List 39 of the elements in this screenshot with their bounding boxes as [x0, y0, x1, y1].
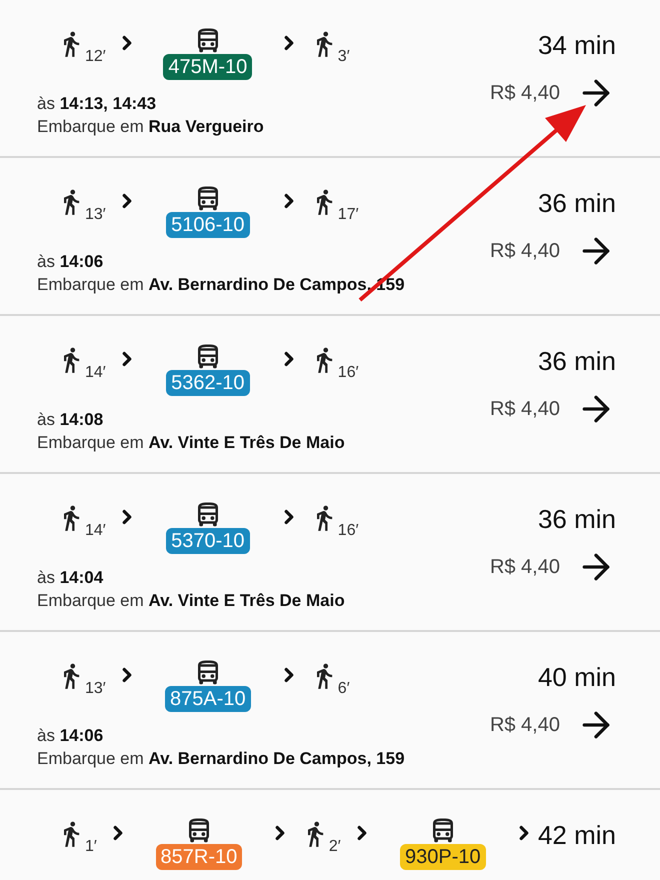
boarding-stop: Embarque em Av. Vinte E Três De Maio — [37, 590, 346, 612]
trip-duration: 36 min — [538, 188, 616, 219]
trip-duration: 36 min — [538, 346, 616, 377]
walk-minutes: 3′ — [338, 48, 350, 66]
trip-duration: 42 min — [538, 820, 616, 851]
boarding-stop: Embarque em Rua Vergueiro — [37, 116, 265, 138]
walk-minutes: 16′ — [338, 364, 359, 382]
walk-minutes: 16′ — [338, 522, 359, 540]
departure-times: às 14:06 — [37, 251, 104, 273]
fare: R$ 4,40 — [490, 714, 560, 736]
bus-line-badge: 5370-10 — [166, 528, 250, 554]
fare: R$ 4,40 — [490, 240, 560, 262]
departure-times: às 14:08 — [37, 409, 104, 431]
walk-minutes: 1′ — [85, 838, 97, 856]
walk-minutes: 12′ — [85, 48, 106, 66]
walk-minutes: 13′ — [85, 206, 106, 224]
departure-times: às 14:13, 14:43 — [37, 93, 158, 115]
departure-times: às 14:04 — [37, 567, 104, 589]
boarding-stop: Embarque em Av. Bernardino De Campos, 159 — [37, 748, 405, 770]
trip-duration: 34 min — [538, 30, 616, 61]
walk-minutes: 14′ — [85, 522, 106, 540]
walk-minutes: 2′ — [328, 838, 341, 856]
trip-duration: 40 min — [538, 662, 616, 693]
departure-times: às 14:06 — [37, 725, 104, 747]
bus-line-badge: 475M-10 — [163, 54, 252, 80]
walk-minutes: 14′ — [85, 364, 106, 382]
boarding-stop: Embarque em Av. Vinte E Três De Maio — [37, 432, 346, 454]
bus-line-badge: 5362-10 — [166, 370, 250, 396]
bus-line-badge: 857R-10 — [156, 844, 242, 870]
fare: R$ 4,40 — [490, 556, 560, 578]
bus-line-badge: 930P-10 — [400, 844, 486, 870]
walk-minutes: 6′ — [338, 680, 350, 698]
fare: R$ 4,40 — [490, 82, 560, 104]
bus-line-badge: 5106-10 — [166, 212, 250, 238]
bus-line-badge: 875A-10 — [164, 686, 251, 712]
walk-minutes: 17′ — [338, 206, 359, 224]
walk-minutes: 13′ — [85, 680, 106, 698]
trip-duration: 36 min — [538, 504, 616, 535]
fare: R$ 4,40 — [490, 398, 560, 420]
